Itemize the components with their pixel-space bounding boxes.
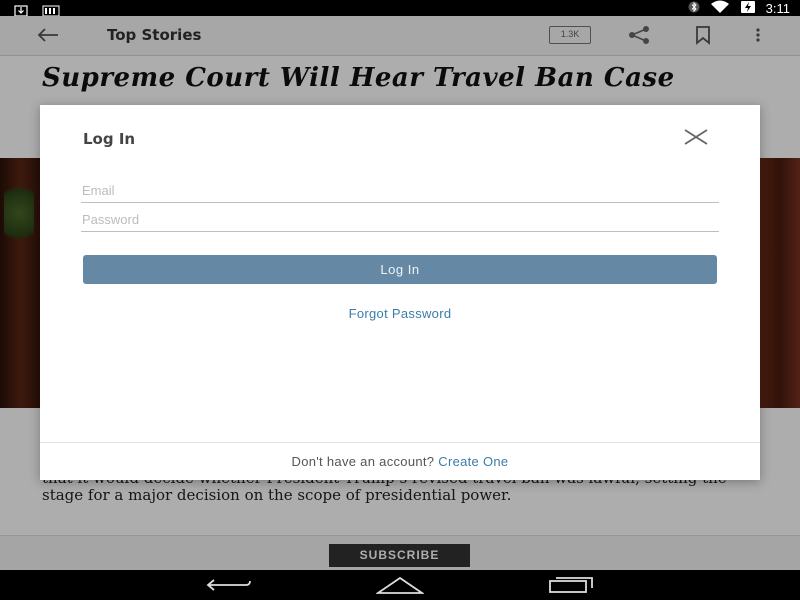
nav-back-icon (206, 578, 252, 597)
forgot-password-link[interactable]: Forgot Password (40, 306, 760, 321)
password-field[interactable] (81, 208, 719, 232)
login-dialog: Log In Log In Forgot Password Don't have… (40, 105, 760, 480)
footer-prompt: Don't have an account? (291, 454, 435, 469)
nav-recent-apps-icon (548, 577, 594, 598)
nav-recent-apps-button[interactable] (548, 576, 594, 594)
status-bar: 3:11 (0, 0, 800, 17)
nav-home-button[interactable] (375, 575, 425, 595)
status-time: 3:11 (765, 0, 790, 16)
battery-charging-icon (740, 0, 756, 18)
dialog-footer: Don't have an account? Create One (40, 442, 760, 480)
login-button[interactable]: Log In (83, 255, 717, 284)
nav-back-button[interactable] (206, 577, 252, 593)
email-field[interactable] (81, 179, 719, 203)
close-button[interactable] (683, 127, 711, 149)
close-icon (683, 129, 709, 151)
status-right-icons: 3:11 (688, 0, 790, 16)
system-nav-bar (0, 570, 800, 600)
create-account-link[interactable]: Create One (438, 454, 508, 469)
bluetooth-icon (688, 0, 700, 18)
wifi-icon (710, 0, 730, 18)
nav-home-icon (375, 576, 425, 599)
dialog-title: Log In (83, 130, 136, 148)
